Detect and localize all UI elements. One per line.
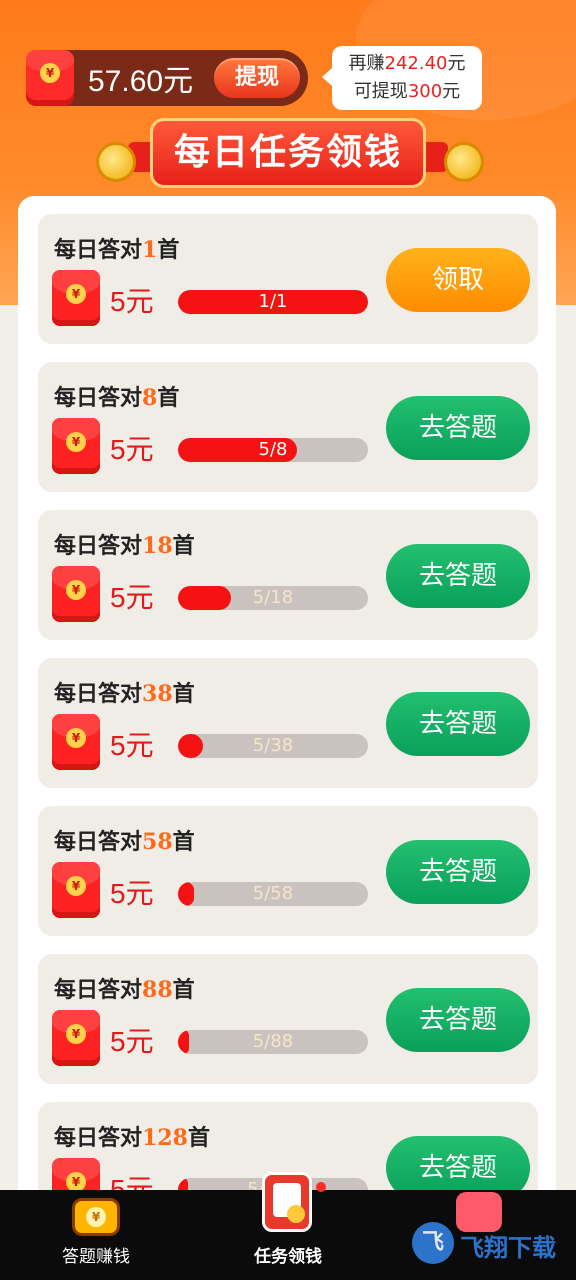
- nav-label: 答题赚钱: [62, 1247, 130, 1267]
- task-title-text: 每日答对: [54, 1125, 143, 1151]
- notification-dot: [316, 1182, 326, 1192]
- task-title: 每日答对38首: [54, 676, 195, 708]
- task-progress-text: 5/8: [258, 439, 288, 460]
- task-count: 18: [142, 533, 173, 559]
- red-envelope-icon: ¥: [52, 862, 100, 918]
- task-title-unit: 首: [172, 681, 195, 707]
- task-count: 88: [142, 977, 173, 1003]
- task-card: 每日答对18首 ¥5元 5/18 去答题: [38, 510, 538, 640]
- gold-coin-icon: [96, 142, 136, 182]
- task-title-text: 每日答对: [54, 829, 143, 855]
- red-envelope-icon: ¥: [52, 714, 100, 770]
- go-answer-button[interactable]: 去答题: [386, 840, 530, 904]
- task-title-unit: 首: [187, 1125, 210, 1151]
- task-card: 每日答对88首 ¥5元 5/88 去答题: [38, 954, 538, 1084]
- tip-text: 元: [442, 81, 461, 102]
- task-title-text: 每日答对: [54, 681, 143, 707]
- red-envelope-icon: ¥: [52, 270, 100, 326]
- task-title-text: 每日答对: [54, 533, 143, 559]
- red-envelope-icon: ¥: [52, 1010, 100, 1066]
- task-title-unit: 首: [157, 385, 180, 411]
- task-title-unit: 首: [172, 977, 195, 1003]
- gold-coin-icon: [444, 142, 484, 182]
- task-progress-bar: 1/1: [178, 290, 368, 314]
- watermark-logo-icon: 飞: [412, 1222, 454, 1264]
- claim-button[interactable]: 领取: [386, 248, 530, 312]
- tip-amount: 242.40: [384, 53, 448, 74]
- task-count: 58: [142, 829, 173, 855]
- page-title: 每日任务领钱: [150, 118, 426, 188]
- task-progress-bar: 5/38: [178, 734, 368, 758]
- task-title-unit: 首: [172, 533, 195, 559]
- task-card: 每日答对8首 ¥5元 5/8 去答题: [38, 362, 538, 492]
- task-progress-text: 5/58: [252, 883, 294, 904]
- task-progress-text: 5/18: [252, 587, 294, 608]
- nav-label: 任务领钱: [254, 1247, 322, 1267]
- task-clipboard-icon: [262, 1172, 312, 1232]
- task-progress-bar: 5/88: [178, 1030, 368, 1054]
- watermark-text: 飞翔下载: [460, 1234, 556, 1262]
- task-reward: 5元: [110, 1026, 154, 1057]
- task-title-text: 每日答对: [54, 977, 143, 1003]
- task-card: 每日答对38首 ¥5元 5/38 去答题: [38, 658, 538, 788]
- task-progress-text: 5/88: [252, 1031, 294, 1052]
- withdraw-tip: 再赚242.40元 可提现300元: [322, 46, 482, 110]
- task-title-unit: 首: [172, 829, 195, 855]
- balance-bar: ¥ 57.60元 提现: [26, 50, 308, 106]
- task-count: 1: [142, 237, 158, 263]
- task-reward: 5元: [110, 286, 154, 317]
- nav-item-quiz[interactable]: ¥ 答题赚钱: [0, 1190, 192, 1280]
- task-reward: 5元: [110, 582, 154, 613]
- watermark: 飞 飞翔下载: [412, 1222, 572, 1272]
- go-answer-button[interactable]: 去答题: [386, 988, 530, 1052]
- task-card: 每日答对1首 ¥5元 1/1 领取: [38, 214, 538, 344]
- red-envelope-icon: ¥: [26, 50, 74, 106]
- task-reward: 5元: [110, 730, 154, 761]
- go-answer-button[interactable]: 去答题: [386, 544, 530, 608]
- tip-amount: 300: [407, 81, 443, 102]
- task-title-text: 每日答对: [54, 237, 143, 263]
- task-reward: 5元: [110, 878, 154, 909]
- task-progress-text: 5/38: [252, 735, 294, 756]
- task-title: 每日答对88首: [54, 972, 195, 1004]
- task-progress-text: 1/1: [258, 291, 288, 312]
- withdraw-button[interactable]: 提现: [214, 58, 300, 98]
- task-count: 8: [142, 385, 158, 411]
- task-reward: 5元: [110, 434, 154, 465]
- tip-text: 可提现: [353, 81, 408, 102]
- tip-text: 元: [447, 53, 466, 74]
- task-progress-bar: 5/58: [178, 882, 368, 906]
- go-answer-button[interactable]: 去答题: [386, 692, 530, 756]
- task-title-unit: 首: [157, 237, 180, 263]
- task-title: 每日答对8首: [54, 380, 179, 412]
- task-progress-bar: 5/18: [178, 586, 368, 610]
- balance-amount: 57.60元: [88, 65, 194, 98]
- go-answer-button[interactable]: 去答题: [386, 396, 530, 460]
- task-title: 每日答对128首: [54, 1120, 210, 1152]
- red-envelope-icon: ¥: [52, 418, 100, 474]
- task-progress-bar: 5/8: [178, 438, 368, 462]
- task-title: 每日答对18首: [54, 528, 195, 560]
- tv-coin-icon: ¥: [72, 1198, 120, 1236]
- nav-item-tasks[interactable]: 任务领钱: [192, 1172, 384, 1280]
- task-title-text: 每日答对: [54, 385, 143, 411]
- tip-text: 再赚: [348, 53, 385, 74]
- task-card: 每日答对58首 ¥5元 5/58 去答题: [38, 806, 538, 936]
- task-title: 每日答对1首: [54, 232, 179, 264]
- task-panel: 每日答对1首 ¥5元 1/1 领取 每日答对8首 ¥5元 5/8 去答题 每日答对18首 ¥5元 5…: [18, 196, 556, 1232]
- red-envelope-icon: ¥: [52, 566, 100, 622]
- task-count: 38: [142, 681, 173, 707]
- task-count: 128: [142, 1125, 188, 1151]
- task-title: 每日答对58首: [54, 824, 195, 856]
